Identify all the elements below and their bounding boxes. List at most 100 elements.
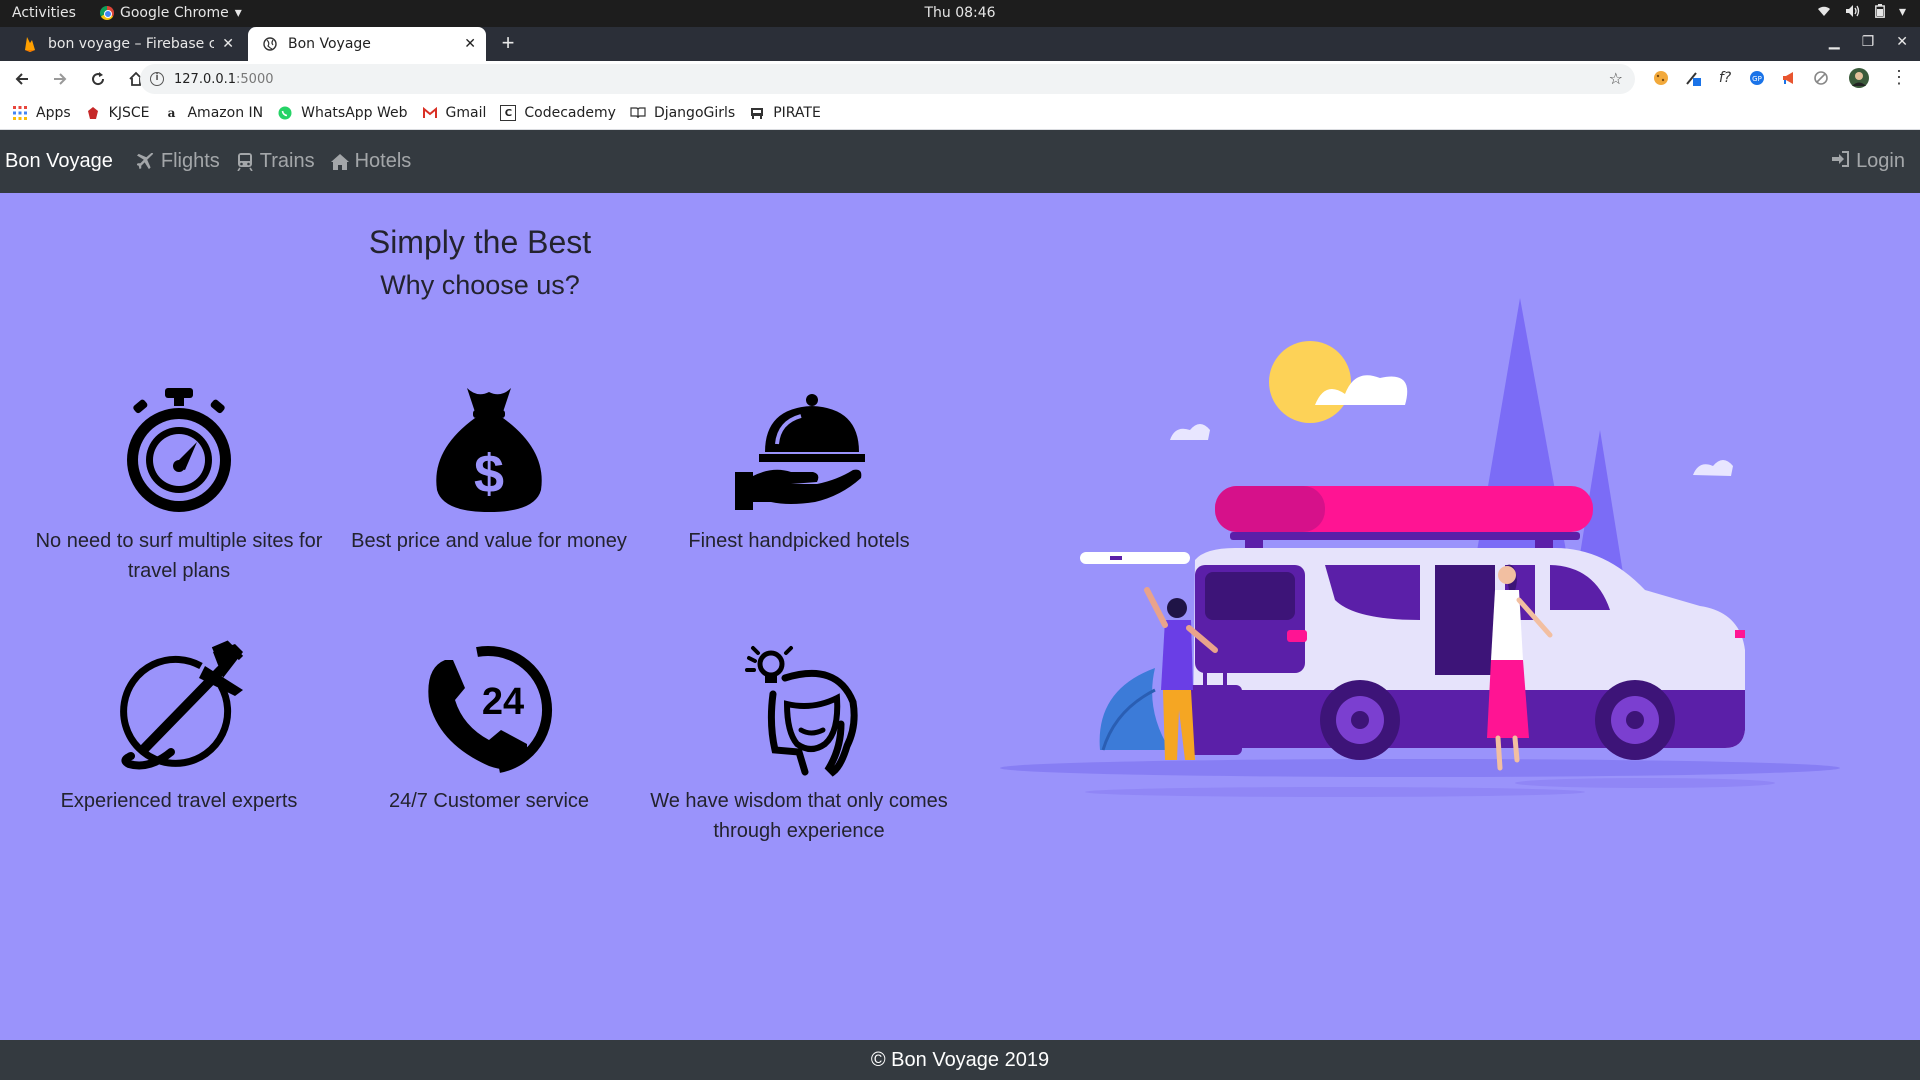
- plane-globe-icon: [120, 640, 244, 770]
- feature-card-support: 24 24/7 Customer service: [334, 640, 644, 816]
- close-tab-icon[interactable]: ✕: [222, 36, 234, 52]
- feature-text: Finest handpicked hotels: [688, 530, 910, 552]
- gp-extension-icon[interactable]: GP: [1746, 67, 1768, 89]
- back-arrow-icon[interactable]: [6, 63, 38, 95]
- hero-subtitle: Why choose us?: [380, 270, 580, 300]
- reload-icon[interactable]: [82, 63, 114, 95]
- url-port: :5000: [236, 71, 274, 87]
- ground-shadow: [1085, 787, 1585, 797]
- bookmark-apps[interactable]: Apps: [12, 105, 71, 121]
- tab-firebase[interactable]: bon voyage – Firebase cor ✕: [8, 27, 244, 61]
- window-controls: ▁ ❐ ✕: [1829, 33, 1908, 50]
- home-icon: [330, 153, 349, 171]
- wheel-rear: [1320, 680, 1400, 760]
- wisdom-head-icon: [745, 646, 858, 777]
- feature-text: No need to surf multiple sites for trave…: [35, 530, 323, 582]
- kjsce-icon: [85, 105, 101, 121]
- megaphone-extension-icon[interactable]: [1778, 67, 1800, 89]
- bookmark-star-icon[interactable]: ☆: [1609, 69, 1623, 88]
- color-picker-extension-icon[interactable]: [1682, 67, 1704, 89]
- suitcase: [1187, 685, 1242, 755]
- bookmark-djangogirls[interactable]: DjangoGirls: [630, 105, 735, 121]
- url-host: 127.0.0.1: [174, 71, 237, 87]
- site-info-icon[interactable]: i: [150, 72, 164, 86]
- system-tray[interactable]: ▾: [1817, 4, 1906, 22]
- bookmarks-bar: Apps KJSCE a Amazon IN WhatsApp Web Gmai…: [0, 97, 1920, 130]
- feature-card-hotels: Finest handpicked hotels: [644, 380, 954, 556]
- bookmark-gmail[interactable]: Gmail: [422, 105, 487, 121]
- bookmark-label: Gmail: [445, 105, 487, 121]
- nav-label: Hotels: [354, 150, 412, 172]
- profile-avatar-icon[interactable]: [1848, 67, 1870, 89]
- forward-arrow-icon[interactable]: [44, 63, 76, 95]
- cloud-icon: [1693, 460, 1733, 476]
- svg-text:GP: GP: [1752, 75, 1762, 83]
- brand-link[interactable]: Bon Voyage: [5, 150, 113, 173]
- power-menu-icon: ▾: [1898, 4, 1906, 20]
- apps-grid-icon: [12, 105, 28, 121]
- login-label: Login: [1856, 150, 1905, 172]
- codecademy-icon: C: [500, 105, 517, 121]
- volume-icon: [1845, 4, 1861, 22]
- formula-extension-icon[interactable]: f?: [1714, 67, 1736, 89]
- bookmark-label: KJSCE: [108, 105, 150, 121]
- pirate-icon: [749, 105, 765, 121]
- amazon-icon: a: [167, 106, 176, 120]
- tab-title: bon voyage – Firebase cor: [48, 36, 215, 52]
- whatsapp-icon: [277, 105, 293, 121]
- wheel-front: [1595, 680, 1675, 760]
- feature-text: We have wisdom that only comes through e…: [650, 790, 948, 842]
- globe-icon: [262, 36, 278, 52]
- bookmark-label: Codecademy: [524, 105, 616, 121]
- firebase-flame-icon: [22, 36, 38, 52]
- plane-icon: [137, 153, 155, 171]
- address-bar[interactable]: i 127.0.0.1:5000 ☆: [140, 64, 1635, 94]
- bookmark-pirate[interactable]: PIRATE: [749, 105, 821, 121]
- blocked-extension-icon[interactable]: [1810, 67, 1832, 89]
- feature-text: 24/7 Customer service: [388, 790, 590, 812]
- restore-icon[interactable]: ❐: [1862, 33, 1875, 50]
- nav-trains[interactable]: Trains: [236, 150, 315, 173]
- bookmark-label: Amazon IN: [187, 105, 264, 121]
- system-top-bar: Activities Google Chrome ▾ Thu 08:46 ▾: [0, 0, 1920, 27]
- feature-card-best-price: $ Best price and value for money: [334, 380, 644, 556]
- extensions-area: f? GP: [1650, 67, 1870, 89]
- stopwatch-icon: [127, 388, 231, 512]
- bookmark-label: Apps: [36, 105, 71, 121]
- bookmark-label: PIRATE: [773, 105, 821, 121]
- tab-bon-voyage[interactable]: Bon Voyage ✕: [248, 27, 486, 61]
- new-tab-button[interactable]: +: [494, 31, 522, 57]
- nav-label: Trains: [259, 150, 315, 172]
- minimize-icon[interactable]: ▁: [1829, 33, 1840, 50]
- phone-24-icon: 24: [428, 645, 553, 773]
- bookmark-kjsce[interactable]: KJSCE: [85, 105, 150, 121]
- tab-strip: bon voyage – Firebase cor ✕ Bon Voyage ✕…: [0, 27, 1920, 61]
- feature-card-experts: Experienced travel experts: [24, 640, 334, 816]
- nav-hotels[interactable]: Hotels: [330, 150, 412, 173]
- close-tab-icon[interactable]: ✕: [464, 36, 476, 52]
- ground-shadow: [1000, 759, 1840, 777]
- bookmark-whatsapp[interactable]: WhatsApp Web: [277, 105, 408, 121]
- tab-title: Bon Voyage: [288, 36, 371, 52]
- chrome-menu-icon[interactable]: ⋮: [1890, 67, 1908, 88]
- train-icon: [236, 152, 254, 171]
- ground-shadow: [1515, 778, 1775, 788]
- browser-toolbar: i 127.0.0.1:5000 ☆ f? GP ⋮: [0, 61, 1920, 97]
- bookmark-label: DjangoGirls: [653, 105, 736, 121]
- site-navbar: Bon Voyage Flights Trains Hotels Login: [0, 130, 1920, 193]
- book-icon: [630, 105, 646, 121]
- gmail-icon: [422, 105, 438, 121]
- nav-flights[interactable]: Flights: [137, 150, 220, 173]
- login-link[interactable]: Login: [1832, 150, 1905, 173]
- bookmark-codecademy[interactable]: C Codecademy: [500, 105, 616, 121]
- close-window-icon[interactable]: ✕: [1896, 33, 1908, 50]
- bookmark-amazon[interactable]: a Amazon IN: [163, 105, 264, 121]
- clock[interactable]: Thu 08:46: [0, 5, 1920, 21]
- sign-in-icon: [1832, 150, 1850, 173]
- cloud-icon: [1170, 424, 1210, 440]
- road-trip-illustration: [1000, 298, 1840, 797]
- money-bag-icon: $: [436, 388, 542, 512]
- bookmark-label: WhatsApp Web: [301, 105, 408, 121]
- battery-icon: [1875, 4, 1885, 22]
- cookie-extension-icon[interactable]: [1650, 67, 1672, 89]
